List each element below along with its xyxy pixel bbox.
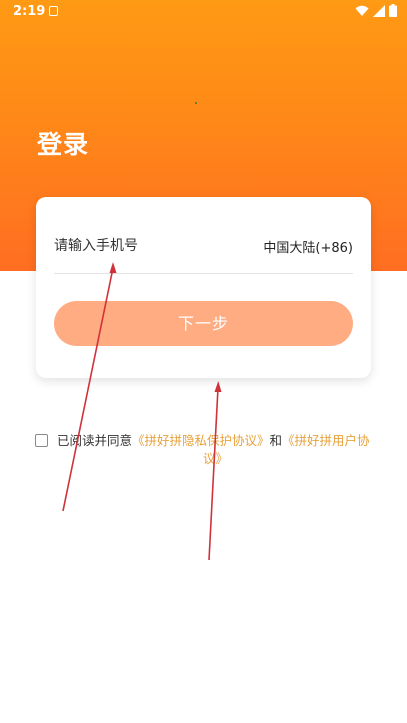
annotation-arrow-1 [62, 262, 117, 512]
annotation-arrow-2 [208, 381, 222, 561]
annotation-arrows [62, 262, 222, 561]
